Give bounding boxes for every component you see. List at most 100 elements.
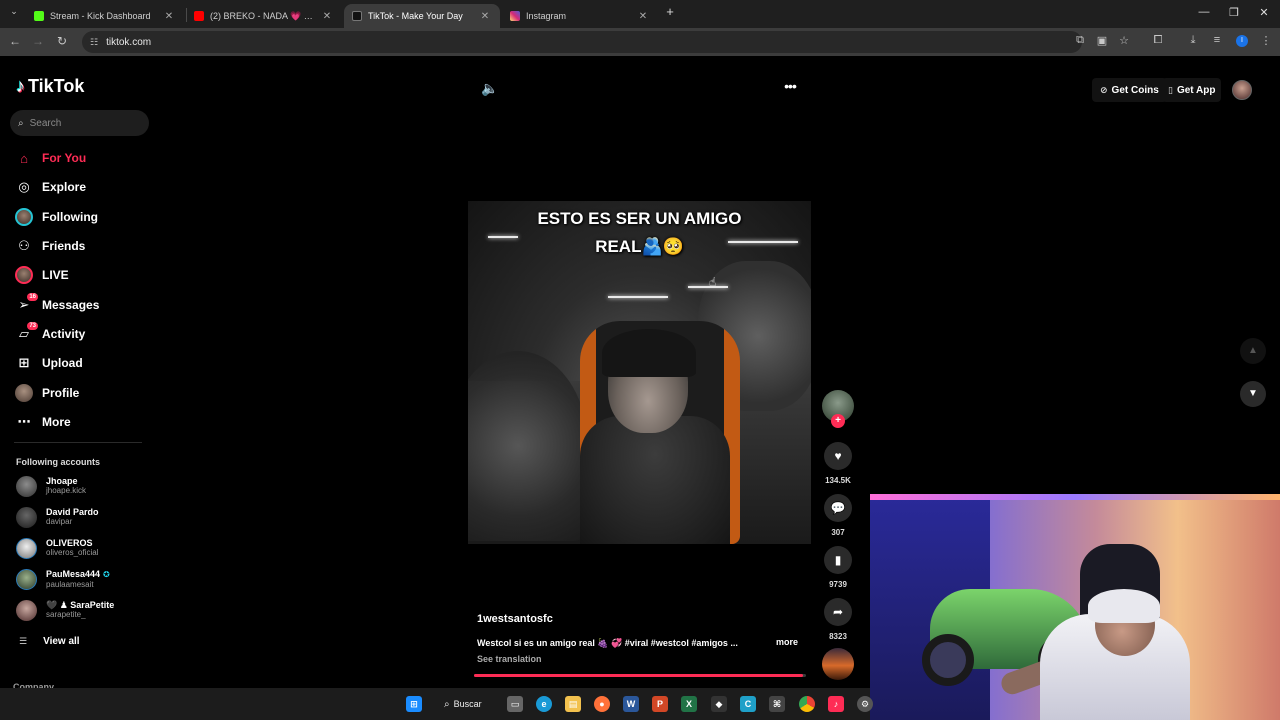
close-window-icon[interactable]: ✕	[1254, 6, 1274, 19]
sidebar-item-label: Profile	[42, 386, 80, 400]
next-video-chevron-down-icon[interactable]: ▼	[1240, 381, 1266, 407]
extensions-icon[interactable]: ⧠	[1150, 34, 1166, 47]
user-avatar[interactable]	[1232, 80, 1252, 100]
coin-icon: ⊘	[1100, 84, 1108, 95]
sidebar-item-label: More	[42, 415, 71, 429]
cast-icon[interactable]: ▣	[1094, 34, 1110, 47]
url-field[interactable]: ☷ tiktok.com	[82, 31, 1082, 53]
browser-tab-kick[interactable]: Stream - Kick Dashboard ✕	[26, 4, 184, 28]
tab-label: Instagram	[526, 11, 567, 21]
volume-icon[interactable]: 🔈	[480, 80, 500, 97]
more-button[interactable]: more	[776, 637, 798, 647]
music-disc-icon[interactable]	[822, 648, 854, 680]
browser-profile-avatar[interactable]: I	[1236, 35, 1248, 47]
close-tab-icon[interactable]: ✕	[636, 11, 650, 22]
save-button[interactable]: ▮	[824, 546, 852, 574]
phone-icon: ▯	[1168, 84, 1173, 95]
chrome-menu-icon[interactable]: ⋮	[1258, 34, 1274, 47]
back-icon[interactable]: ←	[7, 34, 23, 48]
sidebar-item-activity[interactable]: ▱ 73 Activity	[14, 322, 86, 345]
site-settings-icon[interactable]: ☷	[90, 37, 98, 48]
sidebar-item-more[interactable]: ⋯ More	[14, 411, 71, 433]
gamepad-icon[interactable]: ⌘	[769, 696, 785, 712]
media-controls-icon[interactable]: ≡	[1209, 34, 1225, 46]
powerpoint-icon[interactable]: P	[652, 696, 668, 712]
following-account-item[interactable]: PauMesa444 ✪ paulaamesait	[16, 567, 110, 591]
close-tab-icon[interactable]: ✕	[478, 11, 492, 22]
youtube-favicon-icon	[194, 11, 204, 21]
sidebar-item-profile[interactable]: Profile	[14, 382, 79, 404]
new-tab-button[interactable]: +	[660, 4, 680, 19]
see-translation-link[interactable]: See translation	[477, 654, 542, 664]
following-account-item[interactable]: OLIVEROS oliveros_oficial	[16, 536, 98, 560]
tiktok-app-icon[interactable]: ♪	[828, 696, 844, 712]
excel-icon[interactable]: X	[681, 696, 697, 712]
sidebar-item-following[interactable]: Following	[14, 206, 98, 228]
taskbar-search[interactable]: ⌕ Buscar	[444, 696, 482, 712]
forward-icon[interactable]: →	[30, 34, 46, 48]
windows-start-icon[interactable]: ⊞	[406, 696, 422, 712]
browser-tab-youtube[interactable]: (2) BREKO - NADA 💗 💻 ( VIDE ✕	[186, 4, 342, 28]
sidebar-item-live[interactable]: LIVE	[14, 264, 69, 286]
instagram-favicon-icon	[510, 11, 520, 21]
creator-username[interactable]: 1westsantosfc	[477, 613, 553, 625]
browser-tab-instagram[interactable]: Instagram ✕	[502, 4, 658, 28]
bookmark-star-icon[interactable]: ☆	[1116, 34, 1132, 47]
follow-plus-icon[interactable]: +	[831, 414, 845, 428]
word-icon[interactable]: W	[623, 696, 639, 712]
edge-icon[interactable]: e	[536, 696, 552, 712]
following-account-item[interactable]: 🖤 ♟ SaraPetite sarapetite_	[16, 598, 114, 622]
translate-icon[interactable]: ⧉	[1072, 34, 1088, 47]
sidebar-item-label: Friends	[42, 239, 86, 253]
following-account-item[interactable]: David Pardo davipar	[16, 505, 99, 529]
sidebar-item-friends[interactable]: ⚇ Friends	[14, 235, 85, 257]
tab-label: TikTok - Make Your Day	[368, 11, 463, 21]
minimize-window-icon[interactable]: —	[1194, 6, 1214, 18]
tiktok-logo[interactable]: ♪ TikTok	[16, 76, 84, 97]
video-player[interactable]: ESTO ES SER UN AMIGO REAL🫂🥺	[468, 201, 811, 544]
comment-button[interactable]: 💬	[824, 494, 852, 522]
account-handle: oliveros_oficial	[46, 548, 99, 557]
get-app-button[interactable]: ▯ Get App	[1162, 78, 1222, 102]
caption-line-1: ESTO ES SER UN AMIGO	[537, 209, 742, 228]
sidebar-item-explore[interactable]: ◎ Explore	[14, 176, 86, 198]
app-icon[interactable]: ◆	[711, 696, 727, 712]
heart-icon: ♥	[834, 449, 842, 463]
tab-search-icon[interactable]: ⌄	[6, 6, 22, 17]
download-icon[interactable]: ⤓	[1185, 34, 1201, 47]
file-explorer-icon[interactable]: ▤	[565, 696, 581, 712]
view-all-label: View all	[43, 636, 80, 647]
following-account-item[interactable]: Jhoape jhoape.kick	[16, 474, 86, 498]
webcam-led-strip	[870, 494, 1280, 500]
view-all-button[interactable]: ☰ View all	[19, 636, 80, 647]
taskbar-search-label: Buscar	[453, 699, 482, 709]
search-input[interactable]	[29, 117, 130, 129]
sidebar-item-for-you[interactable]: ⌂ For You	[14, 147, 86, 169]
firefox-icon[interactable]: ●	[594, 696, 610, 712]
close-tab-icon[interactable]: ✕	[162, 11, 176, 22]
video-person-cap	[602, 329, 696, 377]
reload-icon[interactable]: ↻	[54, 34, 70, 48]
task-view-icon[interactable]: ▭	[507, 696, 523, 712]
following-accounts-title: Following accounts	[16, 457, 101, 467]
sidebar-item-label: Activity	[42, 327, 86, 341]
video-progress-bar[interactable]	[474, 674, 806, 677]
settings-icon[interactable]: ⚙	[857, 696, 873, 712]
activity-badge: 73	[27, 322, 38, 330]
video-person-body	[580, 416, 730, 544]
get-coins-button[interactable]: ⊘ Get Coins	[1092, 78, 1167, 102]
browser-tab-tiktok[interactable]: TikTok - Make Your Day ✕	[344, 4, 500, 28]
app-c-icon[interactable]: C	[740, 696, 756, 712]
share-button[interactable]: ➦	[824, 598, 852, 626]
search-box[interactable]: ⌕	[10, 110, 149, 136]
like-button[interactable]: ♥	[824, 442, 852, 470]
restore-window-icon[interactable]: ❐	[1224, 6, 1244, 19]
chrome-icon[interactable]	[799, 696, 815, 712]
close-tab-icon[interactable]: ✕	[320, 11, 334, 22]
sidebar-item-upload[interactable]: ⊞ Upload	[14, 352, 83, 374]
save-count: 9739	[829, 580, 847, 589]
video-plants-left	[468, 351, 588, 541]
more-options-icon[interactable]: •••	[780, 78, 800, 94]
sidebar-item-messages[interactable]: ➢ 16 Messages	[14, 293, 99, 316]
previous-video-chevron-up-icon[interactable]: ▲	[1240, 338, 1266, 364]
